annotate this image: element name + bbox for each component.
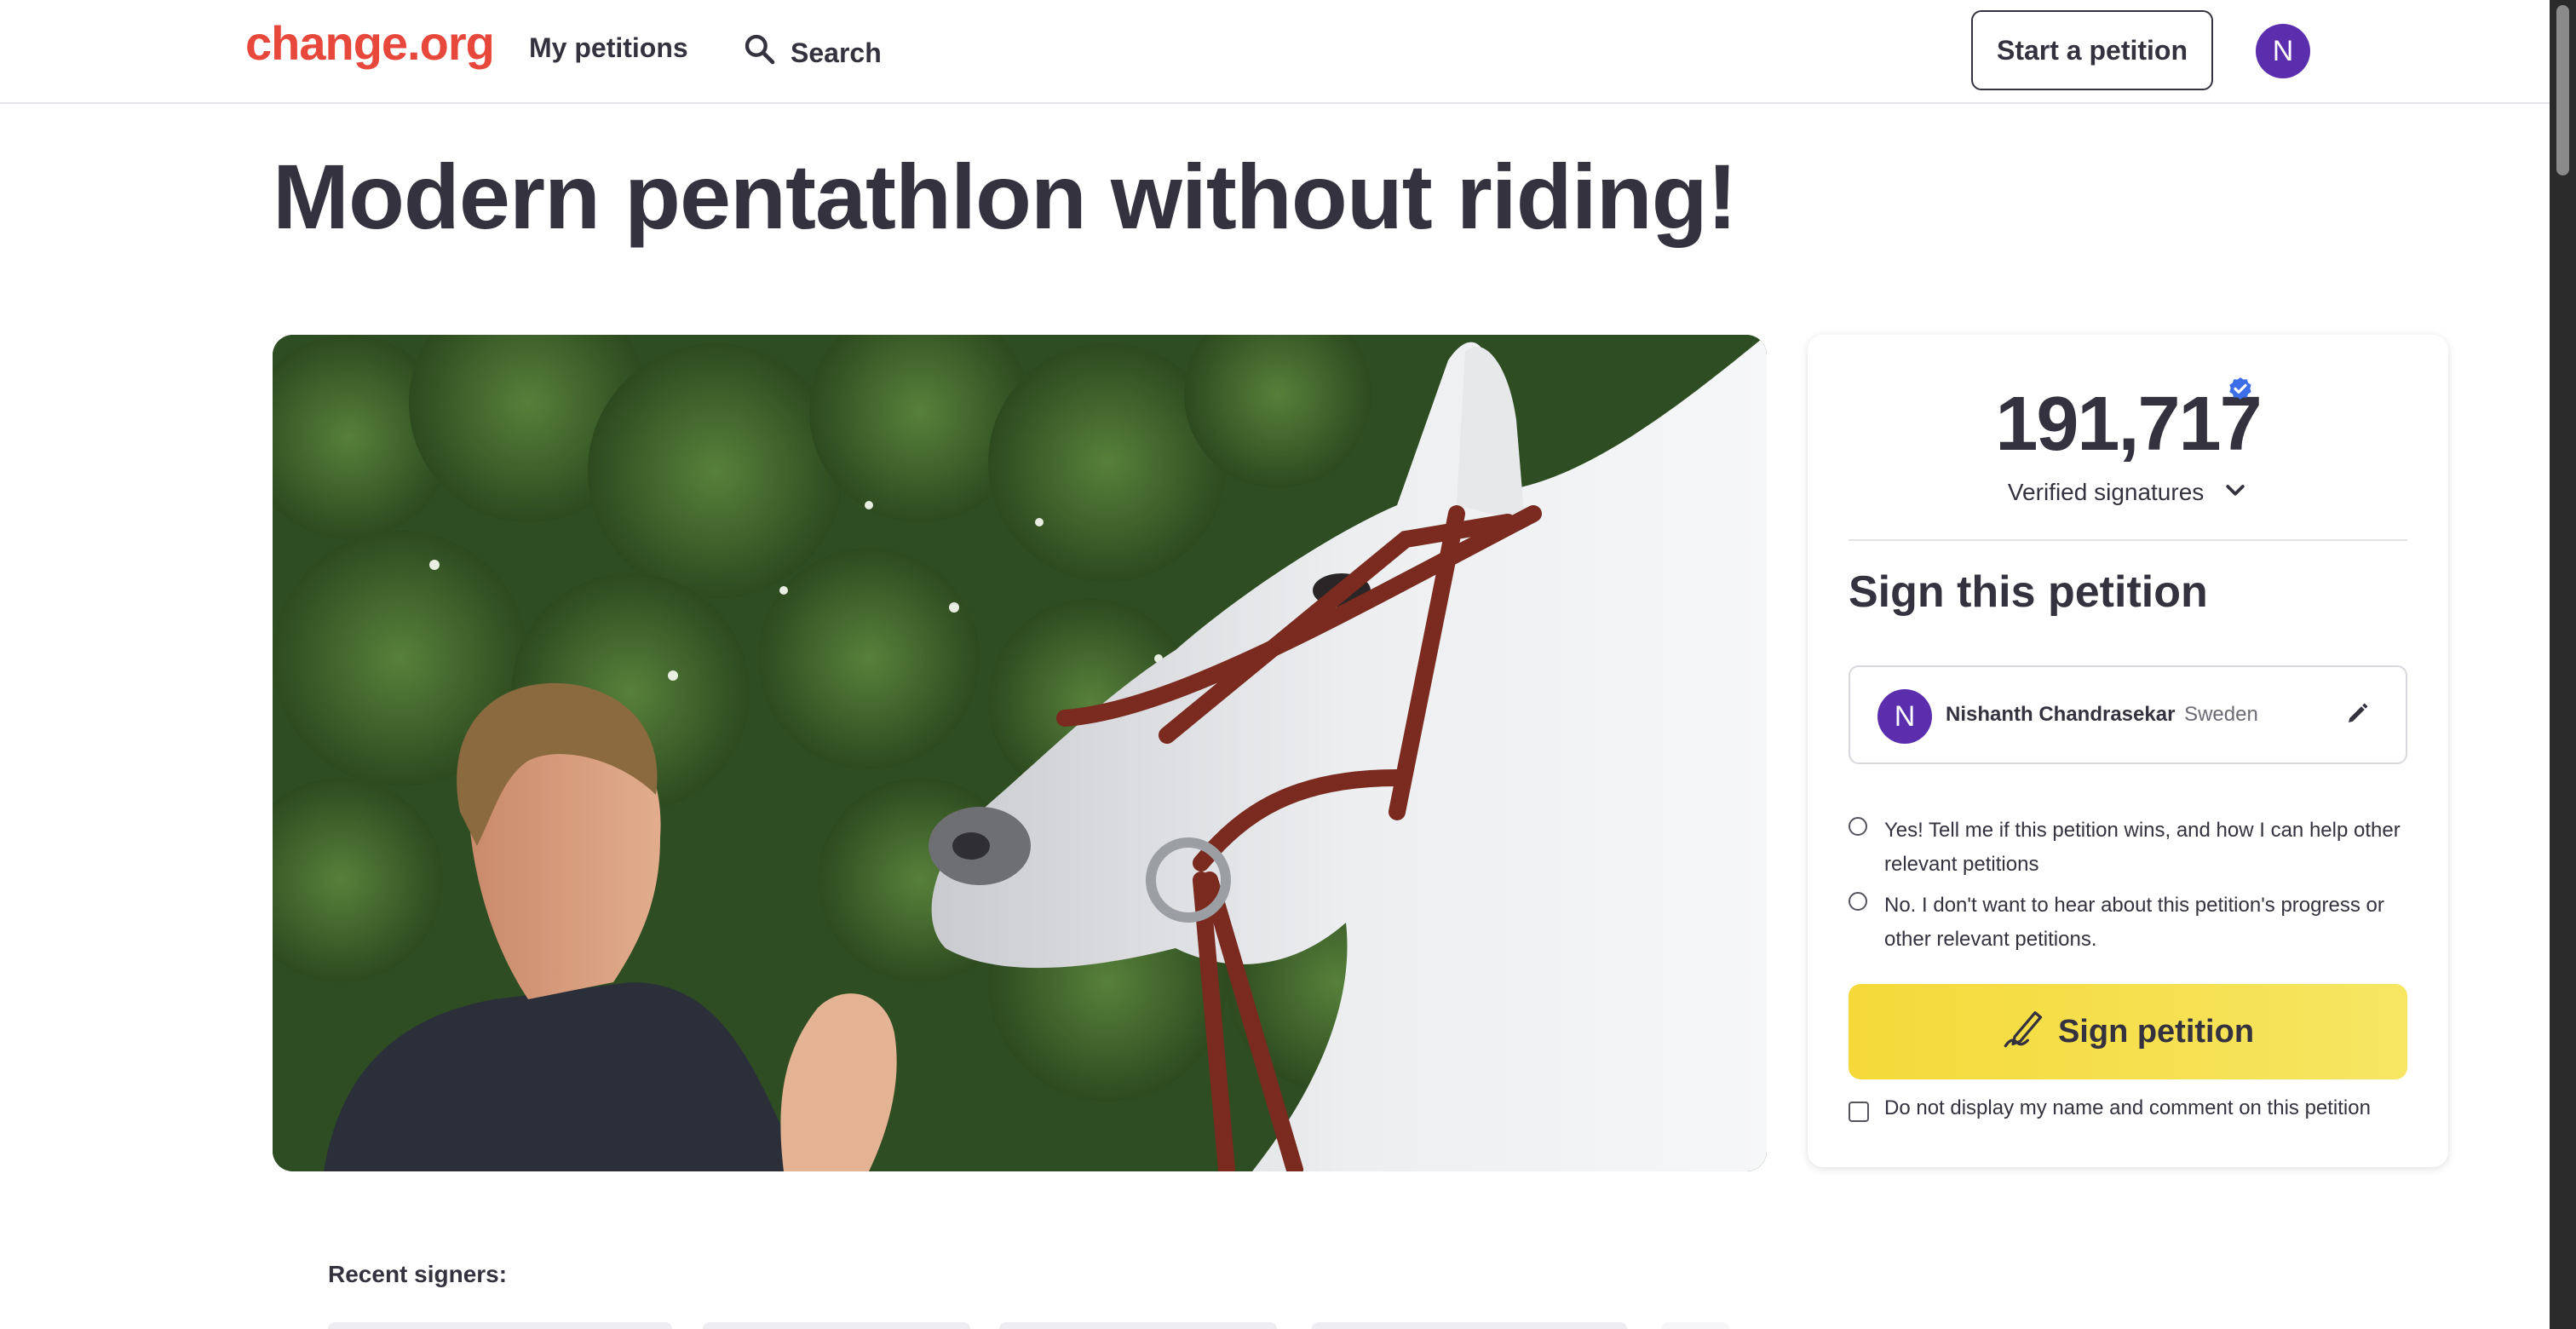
signature-count: 191,717: [1995, 382, 2262, 467]
sign-petition-button[interactable]: Sign petition: [1849, 984, 2407, 1079]
signer-country: Sweden: [2184, 703, 2258, 726]
chevron-down-icon: [2222, 478, 2248, 509]
verified-signatures-toggle[interactable]: Verified signatures: [1808, 478, 2448, 509]
signer-name-line: Nishanth Chandrasekar Sweden: [1946, 703, 2258, 727]
pencil-edit-icon[interactable]: [2344, 701, 2370, 727]
signature-pen-icon: [2002, 1005, 2046, 1058]
signer-identity-box: N Nishanth Chandrasekar Sweden: [1849, 665, 2407, 764]
hide-name-option[interactable]: Do not display my name and comment on th…: [1849, 1095, 2407, 1129]
search-link[interactable]: Search: [743, 32, 882, 73]
sign-petition-card: 191,717 Verified signatures Sign this pe…: [1808, 335, 2448, 1167]
recent-signer-card: [328, 1322, 672, 1329]
my-petitions-link[interactable]: My petitions: [529, 32, 688, 64]
recent-signer-card: [999, 1322, 1277, 1329]
search-label: Search: [791, 37, 882, 68]
hide-name-checkbox[interactable]: [1849, 1102, 1869, 1122]
signer-avatar: N: [1877, 689, 1932, 744]
signer-name: Nishanth Chandrasekar: [1946, 703, 2176, 726]
petition-title: Modern pentathlon without riding!: [273, 145, 1738, 248]
notify-yes-label: Yes! Tell me if this petition wins, and …: [1884, 819, 2401, 876]
user-avatar[interactable]: N: [2256, 24, 2310, 78]
hide-name-label: Do not display my name and comment on th…: [1884, 1096, 2371, 1119]
page-scrollbar[interactable]: [2550, 0, 2576, 1329]
search-icon: [743, 32, 777, 73]
scrollbar-thumb[interactable]: [2556, 5, 2569, 175]
recent-signers-heading: Recent signers:: [328, 1261, 508, 1287]
top-navigation-bar: change.org My petitions Search Start a p…: [0, 0, 2550, 104]
recent-signer-card: [703, 1322, 970, 1329]
start-a-petition-button[interactable]: Start a petition: [1971, 10, 2213, 90]
notify-yes-radio[interactable]: [1849, 817, 1867, 836]
sign-this-petition-heading: Sign this petition: [1849, 567, 2208, 617]
petition-photo: [273, 335, 1767, 1171]
change-org-logo[interactable]: change.org: [245, 15, 495, 71]
sign-petition-label: Sign petition: [2057, 1013, 2255, 1050]
verified-signatures-label: Verified signatures: [2007, 478, 2205, 505]
card-divider: [1849, 539, 2407, 541]
notify-no-label: No. I don't want to hear about this peti…: [1884, 894, 2384, 951]
verified-badge-icon: [2227, 376, 2254, 403]
notify-no-radio[interactable]: [1849, 892, 1867, 911]
recent-signer-card: [1312, 1322, 1627, 1329]
recent-signer-card: [1661, 1322, 1729, 1329]
